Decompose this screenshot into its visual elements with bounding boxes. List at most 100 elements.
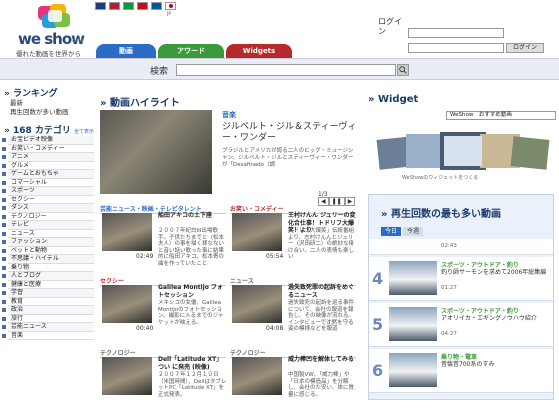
category-item[interactable]: 旅行 [2,315,94,323]
right-column: » Widget WeShow おすすめ動画 WeShowのウィジェットをつくる… [362,86,559,400]
card-description: 「ドリフ大爆笑」伝統番組より、志村けんんとジュリー（沢田研二）の絶妙な掛け合い。… [288,228,355,260]
highlight-heading: » 動画ハイライト [100,98,180,109]
card-description: メキシコの女優、Galilea Montijoのフォトセッション。撮影に入るまで… [158,300,224,326]
category-item[interactable]: スポーツ [2,187,94,196]
category-item[interactable]: お宝ビデオ映像 [2,136,94,145]
widget-caption[interactable]: WeShowのウィジェットをつくる [402,174,478,181]
video-card[interactable]: ニュース 04:08 過失致死罪の起訴をめぐるニュース 過失致死の起訴を巡る事件につい… [230,276,358,342]
rank-thumbnail[interactable] [389,353,437,387]
card-title[interactable]: 威力棒凹を解体してみる [288,356,358,364]
rank-number: 6 [372,361,384,380]
search-input[interactable] [176,64,396,76]
category-item[interactable]: 学習 [2,289,94,298]
category-item[interactable]: お笑い・コメディー [2,145,94,153]
category-item[interactable]: アニメ [2,153,94,162]
site-header: we show beta 優れた動画を世界から JP 動画 アワード Widge… [0,0,559,58]
featured-category[interactable]: 音楽 [222,110,236,120]
rank-row[interactable]: 5 スポーツ・アウトドア・釣り アオリイカ・エギングノウハウ紹介 04:27 [369,303,553,347]
featured-video[interactable]: 音楽 ジルベルト・ジル＆スティーヴィー・ワンダー ブラジルとアメリカが誇る二人の… [100,110,362,206]
ranking-link-latest[interactable]: 最新 [10,99,96,108]
language-flags: JP [95,2,176,17]
card-thumbnail[interactable] [232,285,282,323]
card-thumbnail[interactable] [232,213,282,251]
card-duration: 00:40 [136,325,154,332]
fr-flag-icon[interactable] [151,2,162,10]
rank-category[interactable]: 乗り物・電車 [441,352,477,361]
video-card[interactable]: 芸能ニュース・映画・テレビタレント 02:49 船田アキコの土下座 ２００７年紀白II… [100,204,228,270]
weshow-logo[interactable]: we show beta 優れた動画を世界から [8,2,94,58]
category-item[interactable]: 人とブログ [2,272,94,281]
tab-award[interactable]: アワード [158,44,224,58]
rank-category[interactable]: スポーツ・アウトドア・釣り [441,306,519,315]
category-item[interactable]: 不思議・ハイテル [2,255,94,264]
category-item[interactable]: 健康と医療 [2,281,94,289]
tab-this-week[interactable]: 今週 [403,227,424,236]
rank-category[interactable]: スポーツ・アウトドア・釣り [441,260,519,269]
category-item[interactable]: テレビ [2,221,94,230]
tab-widgets[interactable]: Widgets [226,44,292,58]
category-item[interactable]: ダンス [2,204,94,213]
rank-row-top[interactable]: 02:43 [369,239,553,255]
main-content: » 動画ハイライト 音楽 ジルベルト・ジル＆スティーヴィー・ワンダー ブラジルと… [96,86,362,400]
sidebar: » ランキング 最新 再生回数が多い動画 » 168 カテゴリ 全て表示 お宝ビ… [0,86,96,400]
card-thumbnail[interactable] [232,357,282,395]
es-flag-icon[interactable] [137,2,148,10]
video-card[interactable]: セクシー 00:40 Galilea Montijo フォトセッション メキシコの女優… [100,276,228,342]
category-item[interactable]: 音楽 [2,332,94,340]
rank-thumbnail[interactable] [389,261,437,295]
us-flag-icon[interactable] [109,2,120,10]
categories-toggle[interactable]: 全て表示 [74,129,94,135]
category-item[interactable]: コマーシャル [2,179,94,187]
video-card[interactable]: テクノロジー Dell「Latitude XT」つい に発売 (映像) ２００７年１… [100,348,228,414]
rank-thumbnail[interactable] [389,307,437,341]
card-duration: 02:49 [136,253,154,260]
video-card[interactable]: テクノロジー 威力棒凹を解体してみる 中国製VW、「威力棒」や「日本の模造品」を分解… [230,348,358,414]
category-item[interactable]: ペットと動物 [2,247,94,255]
br-flag-icon[interactable] [123,2,134,10]
search-button[interactable] [397,64,409,76]
ranking-link-most-played[interactable]: 再生回数が多い動画 [10,108,96,117]
rank-title[interactable]: 昔懐昔700系のすみ [441,361,551,368]
rank-row[interactable]: 4 スポーツ・アウトドア・釣り 釣り師サーモンを求めて2006年総集編 01:27 [369,257,553,301]
jp-flag-icon[interactable]: JP [165,2,176,17]
rank-title[interactable]: 釣り師サーモンを求めて2006年総集編 [441,269,551,276]
rank-duration: 02:43 [441,243,457,249]
category-item[interactable]: 政治 [2,306,94,315]
category-item[interactable]: セクシー [2,196,94,204]
card-title[interactable]: Galilea Montijo フォトセッション [158,284,228,299]
category-item[interactable]: グルメ [2,162,94,170]
featured-thumbnail[interactable] [100,110,212,194]
search-icon [399,66,407,74]
card-title[interactable]: Dell「Latitude XT」つい に発売 (映像) [158,356,228,371]
tab-today[interactable]: 今日 [381,227,402,236]
category-item[interactable]: ニュース [2,230,94,238]
category-item[interactable]: 乗り物 [2,264,94,272]
video-card[interactable]: お笑い・コメディー 05:54 王村けんん ジュリーの変化合仕事！トドリフ大爆笑！よ… [230,204,358,270]
category-item[interactable]: 芸能ニュース [2,323,94,332]
card-title[interactable]: 過失致死罪の起訴をめぐるニュース [288,284,358,299]
login-box: ログイン ログイン [372,14,550,56]
card-thumbnail[interactable] [102,285,152,323]
card-description: 過失致死の起訴を巡る事件について、会社の報道を報告し、その映像が流れる。インタビ… [288,300,355,332]
featured-title[interactable]: ジルベルト・ジル＆スティーヴィー・ワンダー [222,122,358,144]
category-item[interactable]: 教育 [2,298,94,306]
card-duration: 05:54 [266,253,284,260]
card-description: 中国製VW、「威力棒」や「日本の模造品」を分解し、会社のた安い、体に質量に感じる… [288,372,355,398]
uk-flag-icon[interactable] [95,2,106,10]
card-title[interactable]: 船田アキコの土下座 [158,212,228,220]
category-item[interactable]: ゲームとおもちゃ [2,170,94,179]
username-field[interactable] [408,28,504,38]
category-item[interactable]: ファッション [2,238,94,247]
card-thumbnail[interactable] [102,213,152,251]
rank-title[interactable]: アオリイカ・エギングノウハウ紹介 [441,315,551,322]
tab-videos[interactable]: 動画 [96,44,156,58]
rank-row[interactable]: 6 乗り物・電車 昔懐昔700系のすみ [369,349,553,393]
main-nav-tabs: 動画 アワード Widgets [96,44,292,58]
card-description: ２００７年１２月１０日（米国時間）、DellはタブレットPC「Latitude … [158,372,227,398]
category-list: お宝ビデオ映像 お笑い・コメディー アニメ グルメ ゲームとおもちゃ コマーシャル スポーツ… [2,136,94,340]
category-item[interactable]: テクノロジー [2,213,94,221]
password-field[interactable] [408,43,504,53]
login-button[interactable]: ログイン [506,43,544,53]
card-thumbnail[interactable] [102,357,152,395]
widget-select[interactable]: WeShow おすすめ動画 [446,111,556,120]
